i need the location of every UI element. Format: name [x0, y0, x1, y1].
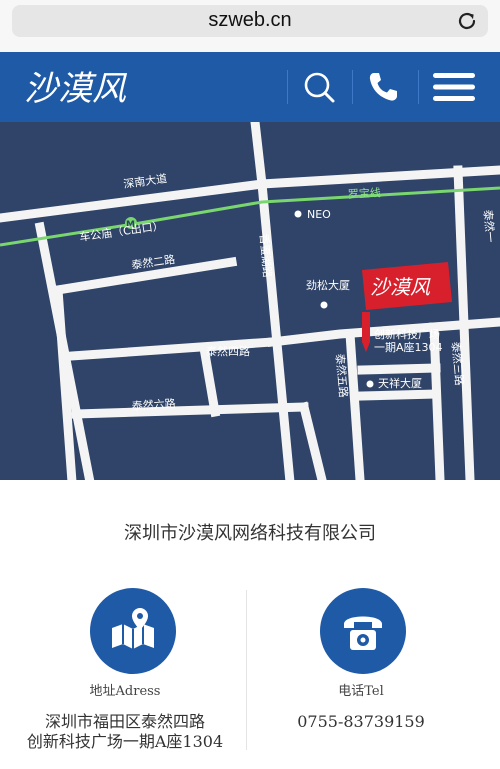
header-divider: [418, 70, 419, 104]
destination-label: 创新科技广场: [374, 327, 440, 341]
address-line-2: 创新科技广场一期A座1304: [26, 732, 224, 751]
landmark-dot: [366, 380, 374, 388]
brand-logo[interactable]: 沙漠风: [20, 66, 150, 110]
landmark-label: NEO: [307, 208, 331, 221]
metro-line-label: 罗宝线: [347, 185, 381, 201]
telephone-icon: [344, 616, 382, 650]
destination-label: 一期A座1304: [374, 340, 443, 354]
address-label: 地址Adress: [89, 684, 161, 699]
landmark-label: 劲松大厦: [306, 278, 350, 292]
map-logo-text: 沙漠风: [370, 275, 431, 299]
header-divider: [352, 70, 353, 104]
site-header: 沙漠风: [0, 52, 500, 122]
phone-icon[interactable]: [364, 68, 402, 106]
company-name: 深圳市沙漠风网络科技有限公司: [124, 523, 376, 544]
address-circle[interactable]: [90, 588, 176, 674]
reload-icon[interactable]: [455, 9, 479, 33]
landmark-dot: [294, 210, 302, 218]
address-line-1: 深圳市福田区泰然四路: [44, 712, 205, 731]
road-label: 泰然四路: [206, 344, 250, 358]
menu-icon[interactable]: [432, 68, 476, 106]
url-text[interactable]: szweb.cn: [0, 5, 500, 35]
phone-circle[interactable]: [320, 588, 406, 674]
location-map[interactable]: M 深南大道 罗宝线 车公庙（C出口） 泰然二路 香蜜湖路 NEO 劲松大厦 泰…: [0, 122, 500, 480]
browser-address-bar: szweb.cn: [0, 0, 500, 52]
phone-label: 电话Tel: [338, 684, 384, 699]
landmark-dot: [320, 301, 328, 309]
map-pin-icon: [362, 312, 370, 342]
road-label: 泰然一: [481, 209, 498, 243]
map-pin-icon: [112, 608, 154, 649]
phone-number[interactable]: 0755-83739159: [236, 712, 486, 732]
landmark-label: 天祥大厦: [378, 376, 422, 390]
search-icon[interactable]: [300, 68, 338, 106]
brand-logo-text: 沙漠风: [24, 69, 128, 109]
header-divider: [287, 70, 288, 104]
